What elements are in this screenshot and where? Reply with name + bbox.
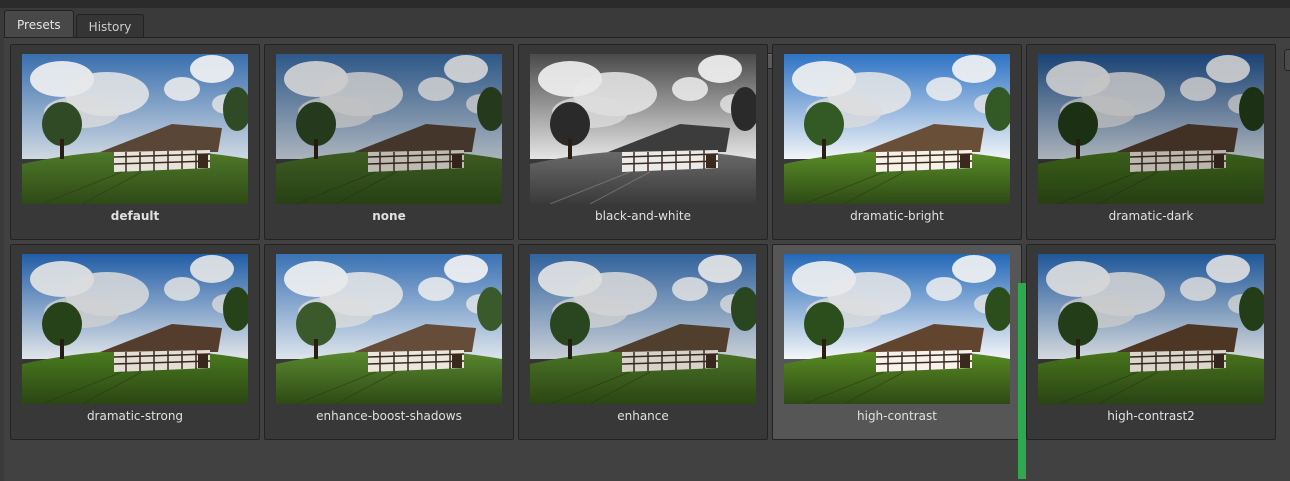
preset-thumbnail: [22, 254, 248, 404]
preset-thumbnail: [530, 254, 756, 404]
preset-label: default: [110, 209, 160, 223]
preset-thumbnail: [784, 54, 1010, 204]
preset-label: dramatic-dark: [1108, 209, 1194, 223]
preset-label: enhance: [617, 409, 669, 423]
preset-card[interactable]: enhance: [518, 244, 768, 440]
preset-card[interactable]: none: [264, 44, 514, 240]
preset-thumbnail: [784, 254, 1010, 404]
preset-label: high-contrast2: [1107, 409, 1195, 423]
preset-label: enhance-boost-shadows: [316, 409, 462, 423]
preset-label: high-contrast: [857, 409, 937, 423]
preset-card[interactable]: dramatic-dark: [1026, 44, 1276, 240]
preset-card[interactable]: enhance-boost-shadows: [264, 244, 514, 440]
preset-thumbnail: [276, 54, 502, 204]
preset-label: black-and-white: [595, 209, 691, 223]
preset-label: none: [372, 209, 406, 223]
tab-history[interactable]: History: [75, 14, 145, 38]
preset-card[interactable]: dramatic-strong: [10, 244, 260, 440]
preset-card[interactable]: dramatic-bright: [772, 44, 1022, 240]
preset-label: dramatic-strong: [86, 409, 184, 423]
preset-card[interactable]: black-and-white: [518, 44, 768, 240]
preset-card[interactable]: high-contrast: [772, 244, 1022, 440]
preset-thumbnail: [1038, 54, 1264, 204]
panel-tabs: Presets History: [4, 8, 146, 38]
preset-card[interactable]: high-contrast2: [1026, 244, 1276, 440]
preset-thumbnail: [1038, 254, 1264, 404]
selection-indicator: [1018, 283, 1026, 479]
preset-grid: default none black-and-white dramatic-br…: [10, 44, 1276, 440]
top-strip: [0, 0, 1290, 8]
preset-thumbnail: [530, 54, 756, 204]
panel-menu-button[interactable]: [1284, 49, 1290, 71]
preset-thumbnail: [22, 54, 248, 204]
tab-presets[interactable]: Presets: [4, 10, 74, 38]
preset-label: dramatic-bright: [850, 209, 944, 223]
preset-card[interactable]: default: [10, 44, 260, 240]
preset-thumbnail: [276, 254, 502, 404]
